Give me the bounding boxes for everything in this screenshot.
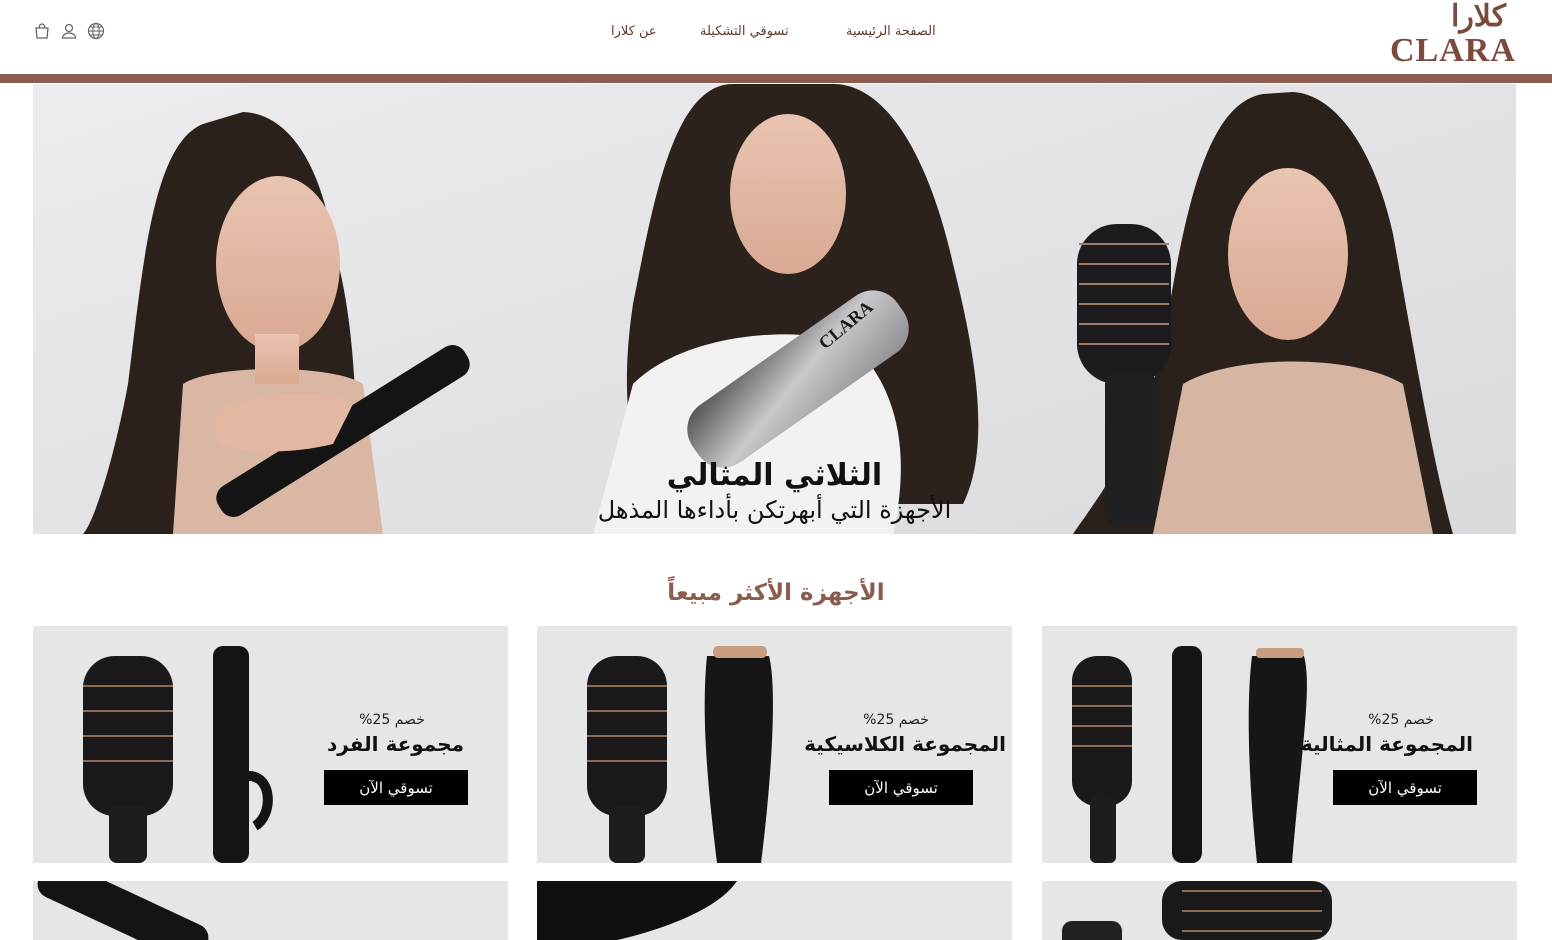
hero-subtitle: الأجهزة التي أبهرتكن بأداءها المذهل (597, 496, 952, 524)
product-image (37, 881, 209, 940)
product-card-row2-middle[interactable] (537, 881, 1012, 940)
bestsellers-title: الأجهزة الأكثر مبيعاً (667, 580, 885, 606)
shop-now-button[interactable]: تسوقي الآن (1333, 770, 1477, 805)
product-card-ideal-set[interactable]: خصم 25% المجموعة المثالية تسوقي الآن (1042, 626, 1517, 863)
product-card-row2-right[interactable] (1042, 881, 1517, 940)
nav-home[interactable]: الصفحة الرئيسية (846, 24, 936, 39)
discount-label: خصم 25% (1368, 712, 1434, 728)
brand-logo[interactable]: كلارا CLARA (1390, 0, 1516, 70)
logo-english: CLARA (1390, 32, 1516, 69)
nav-about[interactable]: عن كلارا (611, 24, 657, 39)
discount-label: خصم 25% (863, 712, 929, 728)
logo-arabic: كلارا (1450, 0, 1506, 34)
product-name: المجموعة المثالية (1300, 732, 1473, 756)
discount-label: خصم 25% (359, 712, 425, 728)
product-card-single-set[interactable]: خصم 25% مجموعة الفرد تسوقي الآن (33, 626, 508, 863)
product-name: مجموعة الفرد (327, 732, 464, 756)
shop-now-button[interactable]: تسوقي الآن (829, 770, 973, 805)
hero-title: الثلاثي المثالي (666, 458, 883, 493)
product-name: المجموعة الكلاسيكية (804, 732, 1006, 756)
product-card-row2-left[interactable] (33, 881, 508, 940)
header-accent-bar (0, 74, 1552, 83)
product-image (537, 881, 737, 940)
main-nav: الصفحة الرئيسية تسوقي التشكيلة عن كلارا (0, 24, 1552, 48)
site-header: الصفحة الرئيسية تسوقي التشكيلة عن كلارا … (0, 0, 1552, 74)
hero-banner[interactable]: CLARA الثلاثي المثالي الأجهزة التي أبهرت… (33, 84, 1516, 534)
shop-now-button[interactable]: تسوقي الآن (324, 770, 468, 805)
product-image (1062, 881, 1332, 940)
product-card-classic-set[interactable]: خصم 25% المجموعة الكلاسيكية تسوقي الآن (537, 626, 1012, 863)
nav-shop[interactable]: تسوقي التشكيلة (700, 24, 789, 39)
